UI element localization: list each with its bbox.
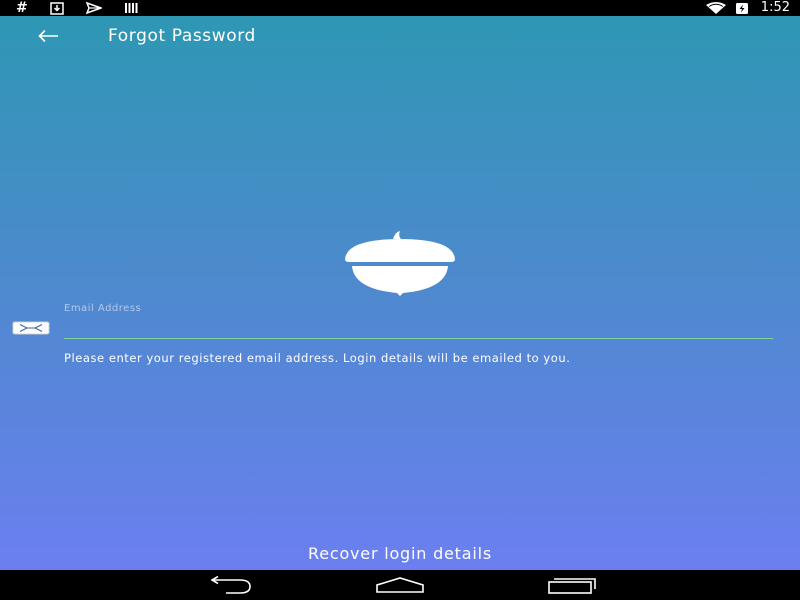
status-bar-left: # xyxy=(16,0,139,16)
status-time: 1:52 xyxy=(760,0,790,15)
back-nav-icon[interactable] xyxy=(206,576,252,594)
forgot-password-screen: # 1:52 Forgot Password Email Address Ple… xyxy=(0,0,800,600)
home-nav-icon[interactable] xyxy=(376,576,424,594)
email-input[interactable] xyxy=(64,316,773,339)
page-title: Forgot Password xyxy=(108,26,256,46)
email-label: Email Address xyxy=(64,303,142,314)
bars-icon xyxy=(124,2,139,14)
back-button[interactable] xyxy=(34,25,62,47)
battery-charging-icon xyxy=(735,2,749,15)
hash-icon: # xyxy=(16,0,28,16)
main-content: Forgot Password Email Address Please ent… xyxy=(0,16,800,570)
send-icon xyxy=(85,2,102,14)
arrow-left-icon xyxy=(38,29,58,43)
download-icon xyxy=(49,1,64,15)
status-bar-right: 1:52 xyxy=(705,0,790,16)
wifi-icon xyxy=(705,2,727,14)
acorn-icon xyxy=(343,231,457,297)
recover-login-button[interactable]: Recover login details xyxy=(250,540,550,566)
toolbar: Forgot Password xyxy=(0,16,800,56)
nav-bar xyxy=(0,570,800,600)
status-bar: # 1:52 xyxy=(0,0,800,16)
helper-text: Please enter your registered email addre… xyxy=(64,351,571,365)
recents-nav-icon[interactable] xyxy=(548,576,596,594)
envelope-icon xyxy=(12,320,50,335)
